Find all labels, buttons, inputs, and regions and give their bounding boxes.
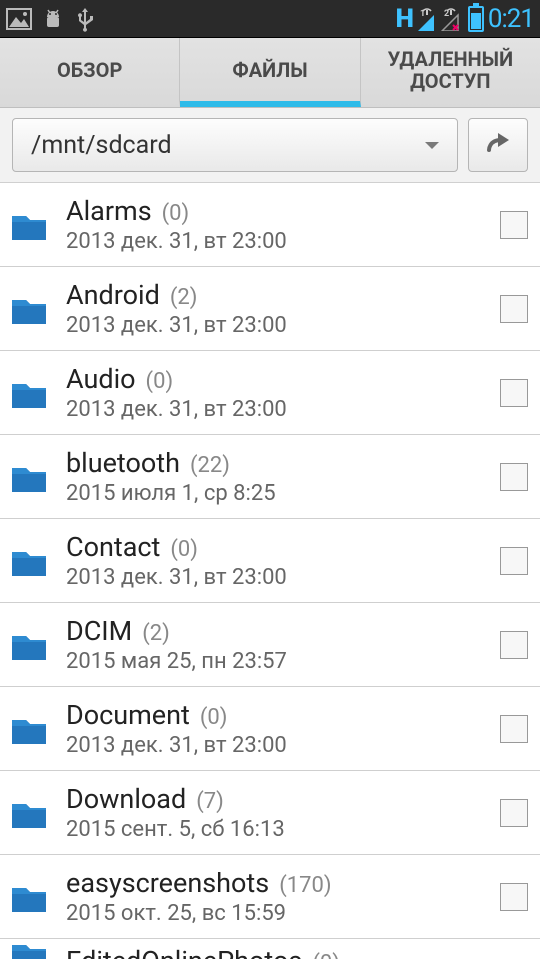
folder-icon [8,876,50,918]
file-text: DCIM (2) 2015 мая 25, пн 23:57 [66,615,500,674]
folder-icon [8,933,50,959]
android-icon [40,8,66,30]
tab-bar: ОБЗОР ФАЙЛЫ УДАЛЕННЫЙ ДОСТУП [0,38,540,108]
signal-sim2-icon: 2 [440,7,460,31]
folder-icon [8,708,50,750]
file-date: 2015 сент. 5, сб 16:13 [66,817,500,842]
file-date: 2015 июля 1, ср 8:25 [66,481,500,506]
list-item[interactable]: DCIM (2) 2015 мая 25, пн 23:57 [0,603,540,687]
list-item[interactable]: Document (0) 2013 дек. 31, вт 23:00 [0,687,540,771]
file-text: EditedOnlinePhotos (0) [66,945,500,959]
tab-files[interactable]: ФАЙЛЫ [180,38,360,107]
list-item[interactable]: easyscreenshots (170) 2015 окт. 25, вс 1… [0,855,540,939]
list-item[interactable]: Audio (0) 2013 дек. 31, вт 23:00 [0,351,540,435]
file-date: 2013 дек. 31, вт 23:00 [66,229,500,254]
current-path: /mnt/sdcard [31,131,172,160]
file-date: 2013 дек. 31, вт 23:00 [66,397,500,422]
file-name: bluetooth [66,447,180,479]
list-item[interactable]: Android (2) 2013 дек. 31, вт 23:00 [0,267,540,351]
file-name: Audio [66,363,136,395]
checkbox[interactable] [500,715,528,743]
checkbox[interactable] [500,211,528,239]
file-text: Audio (0) 2013 дек. 31, вт 23:00 [66,363,500,422]
file-text: Android (2) 2013 дек. 31, вт 23:00 [66,279,500,338]
tab-overview[interactable]: ОБЗОР [0,38,180,107]
file-count: (0) [200,705,228,730]
checkbox[interactable] [500,883,528,911]
file-count: (22) [190,453,230,478]
list-item[interactable]: Alarms (0) 2013 дек. 31, вт 23:00 [0,183,540,267]
file-count: (0) [170,537,198,562]
list-item[interactable]: Contact (0) 2013 дек. 31, вт 23:00 [0,519,540,603]
file-text: Contact (0) 2013 дек. 31, вт 23:00 [66,531,500,590]
file-count: (2) [170,285,198,310]
file-text: Alarms (0) 2013 дек. 31, вт 23:00 [66,195,500,254]
file-count: (0) [312,951,340,959]
path-dropdown[interactable]: /mnt/sdcard [12,118,458,172]
checkbox[interactable] [500,463,528,491]
signal-sim1-icon: 1 [416,7,436,31]
file-date: 2013 дек. 31, вт 23:00 [66,313,500,338]
checkbox[interactable] [500,631,528,659]
up-button[interactable] [468,118,528,172]
file-count: (7) [196,789,224,814]
file-name: Download [66,783,186,815]
folder-icon [8,204,50,246]
checkbox[interactable] [500,379,528,407]
file-date: 2015 мая 25, пн 23:57 [66,649,500,674]
usb-icon [74,6,96,32]
folder-icon [8,456,50,498]
tab-label: ФАЙЛЫ [232,59,307,81]
network-h-icon: H [396,4,414,34]
file-count: (170) [279,873,331,898]
checkbox[interactable] [500,799,528,827]
file-name: easyscreenshots [66,867,269,899]
file-name: DCIM [66,615,132,647]
folder-icon [8,288,50,330]
checkbox[interactable] [500,295,528,323]
file-name: Alarms [66,195,152,227]
file-date: 2013 дек. 31, вт 23:00 [66,565,500,590]
list-item[interactable]: Download (7) 2015 сент. 5, сб 16:13 [0,771,540,855]
tab-label: ОБЗОР [57,59,122,81]
picture-icon [6,8,32,30]
file-text: easyscreenshots (170) 2015 окт. 25, вс 1… [66,867,500,926]
folder-icon [8,792,50,834]
folder-icon [8,372,50,414]
list-item[interactable]: EditedOnlinePhotos (0) [0,939,540,959]
file-count: (0) [162,201,190,226]
file-name: EditedOnlinePhotos [66,945,302,959]
file-date: 2015 окт. 25, вс 15:59 [66,901,500,926]
tab-remote[interactable]: УДАЛЕННЫЙ ДОСТУП [361,38,540,107]
battery-icon [468,6,484,32]
file-count: (2) [142,621,170,646]
file-text: bluetooth (22) 2015 июля 1, ср 8:25 [66,447,500,506]
file-text: Download (7) 2015 сент. 5, сб 16:13 [66,783,500,842]
file-list[interactable]: Alarms (0) 2013 дек. 31, вт 23:00 Androi… [0,183,540,959]
file-name: Android [66,279,160,311]
checkbox[interactable] [500,547,528,575]
path-row: /mnt/sdcard [0,108,540,183]
folder-icon [8,540,50,582]
chevron-down-icon [425,142,439,149]
file-name: Document [66,699,190,731]
file-count: (0) [146,369,174,394]
status-bar: H 1 2 0:21 [0,0,540,38]
status-clock: 0:21 [488,4,534,34]
up-arrow-icon [483,128,513,162]
file-name: Contact [66,531,160,563]
file-date: 2013 дек. 31, вт 23:00 [66,733,500,758]
tab-label: УДАЛЕННЫЙ ДОСТУП [369,48,532,92]
list-item[interactable]: bluetooth (22) 2015 июля 1, ср 8:25 [0,435,540,519]
file-text: Document (0) 2013 дек. 31, вт 23:00 [66,699,500,758]
folder-icon [8,624,50,666]
